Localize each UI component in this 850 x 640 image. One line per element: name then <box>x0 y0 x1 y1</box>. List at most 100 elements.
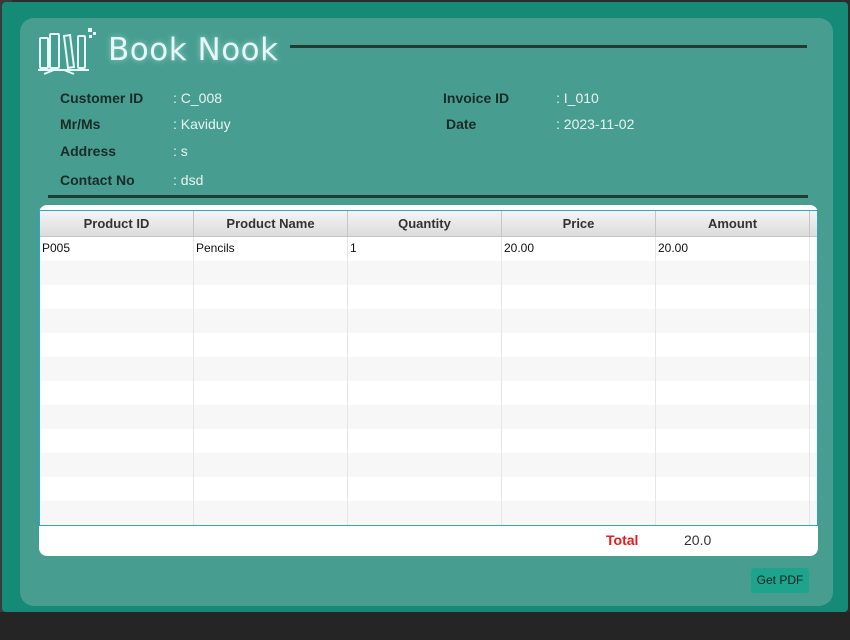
table-cell <box>40 309 194 333</box>
table-cell <box>348 285 502 309</box>
table-cell-filler <box>810 285 817 309</box>
table-cell <box>502 261 656 285</box>
table-cell <box>502 309 656 333</box>
column-header-filler <box>810 211 817 236</box>
table-cell-filler <box>810 405 817 429</box>
products-table[interactable]: Product ID Product Name Quantity Price Amoun… <box>39 210 818 526</box>
table-cell-filler <box>810 429 817 453</box>
table-cell <box>40 285 194 309</box>
table-cell <box>502 429 656 453</box>
table-cell <box>656 429 810 453</box>
table-cell <box>194 381 348 405</box>
table-cell <box>194 501 348 525</box>
table-cell <box>194 429 348 453</box>
background-taskbar <box>0 612 850 640</box>
table-row-empty[interactable] <box>40 477 817 501</box>
column-header[interactable]: Product ID <box>40 211 194 236</box>
table-row-empty[interactable] <box>40 333 817 357</box>
table-row-empty[interactable] <box>40 453 817 477</box>
table-cell <box>40 381 194 405</box>
table-row-empty[interactable] <box>40 381 817 405</box>
table-cell: 1 <box>348 237 502 261</box>
invoice-window: Book Nook Customer ID : C_008 Mr/Ms : Ka… <box>2 2 848 612</box>
table-cell <box>194 261 348 285</box>
table-row-empty[interactable] <box>40 501 817 525</box>
invoice-panel: Book Nook Customer ID : C_008 Mr/Ms : Ka… <box>20 18 833 606</box>
total-label: Total <box>606 532 639 548</box>
table-cell <box>194 453 348 477</box>
table-header: Product ID Product Name Quantity Price Amoun… <box>40 211 817 237</box>
name-label: Mr/Ms <box>60 116 101 132</box>
table-cell <box>656 501 810 525</box>
table-cell <box>40 357 194 381</box>
table-row-empty[interactable] <box>40 429 817 453</box>
name-value: : Kaviduy <box>173 116 231 132</box>
table-cell: 20.00 <box>656 237 810 261</box>
table-cell <box>656 285 810 309</box>
table-cell <box>656 357 810 381</box>
table-row-empty[interactable] <box>40 285 817 309</box>
table-cell <box>40 261 194 285</box>
table-cell-filler <box>810 261 817 285</box>
table-cell-filler <box>810 309 817 333</box>
table-cell <box>502 501 656 525</box>
table-cell <box>656 381 810 405</box>
table-cell <box>40 405 194 429</box>
table-cell <box>194 285 348 309</box>
table-cell <box>348 453 502 477</box>
info-divider <box>48 195 808 198</box>
table-cell: 20.00 <box>502 237 656 261</box>
table-cell <box>40 453 194 477</box>
table-cell-filler <box>810 333 817 357</box>
table-cell <box>502 333 656 357</box>
table-cell <box>502 357 656 381</box>
table-cell <box>348 309 502 333</box>
invoice-id-value: : I_010 <box>556 90 599 106</box>
table-row-empty[interactable] <box>40 405 817 429</box>
table-row-empty[interactable] <box>40 309 817 333</box>
table-cell: Pencils <box>194 237 348 261</box>
date-value: : 2023-11-02 <box>556 116 635 132</box>
table-cell <box>656 333 810 357</box>
table-cell-filler <box>810 237 817 261</box>
table-cell <box>348 381 502 405</box>
table-cell <box>502 405 656 429</box>
invoice-table-card: Product ID Product Name Quantity Price Amoun… <box>39 205 818 556</box>
address-value: : s <box>173 143 188 159</box>
column-header[interactable]: Quantity <box>348 211 502 236</box>
table-cell <box>656 477 810 501</box>
table-cell <box>502 453 656 477</box>
customer-id-label: Customer ID <box>60 90 144 106</box>
table-cell <box>502 285 656 309</box>
column-header[interactable]: Product Name <box>194 211 348 236</box>
table-cell <box>656 309 810 333</box>
invoice-id-label: Invoice ID <box>443 90 510 106</box>
address-label: Address <box>60 143 117 159</box>
table-cell <box>40 333 194 357</box>
table-row[interactable]: P005 Pencils 1 20.00 20.00 <box>40 237 817 261</box>
table-cell <box>348 501 502 525</box>
header-divider <box>290 45 807 48</box>
table-cell <box>656 453 810 477</box>
books-icon <box>38 28 96 75</box>
table-cell <box>348 405 502 429</box>
table-cell <box>194 405 348 429</box>
table-cell-filler <box>810 501 817 525</box>
table-cell <box>656 405 810 429</box>
table-cell <box>348 333 502 357</box>
table-cell <box>40 477 194 501</box>
column-header[interactable]: Amount <box>656 211 810 236</box>
column-header[interactable]: Price <box>502 211 656 236</box>
total-value: 20.0 <box>684 532 712 548</box>
table-cell-filler <box>810 477 817 501</box>
table-cell <box>40 429 194 453</box>
table-cell <box>348 357 502 381</box>
table-row-empty[interactable] <box>40 261 817 285</box>
table-row-empty[interactable] <box>40 357 817 381</box>
customer-id-value: : C_008 <box>173 90 223 106</box>
table-cell <box>656 261 810 285</box>
get-pdf-button[interactable]: Get PDF <box>751 568 809 593</box>
table-cell <box>194 477 348 501</box>
table-cell <box>194 333 348 357</box>
table-cell <box>194 357 348 381</box>
